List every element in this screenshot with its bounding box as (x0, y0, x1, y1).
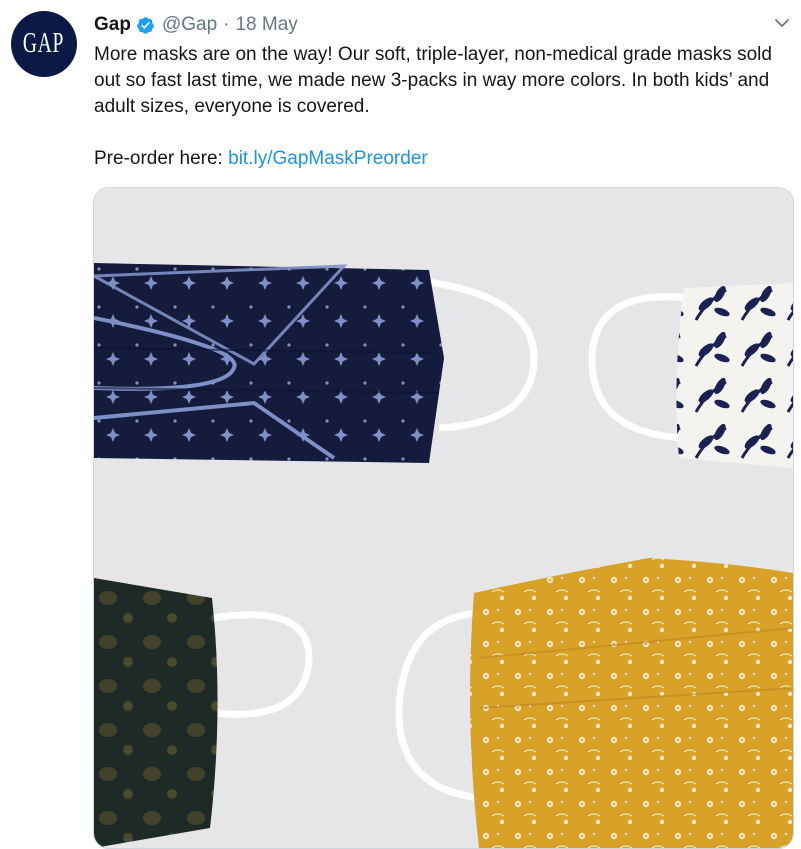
preorder-prefix: Pre-order here: (94, 148, 229, 169)
preorder-link[interactable]: bit.ly/GapMaskPreorder (228, 148, 428, 169)
chevron-down-icon[interactable] (774, 15, 790, 31)
avatar-logo-text: GAP (23, 28, 65, 59)
author-name[interactable]: Gap (94, 14, 131, 36)
tweet-date[interactable]: 18 May (235, 14, 297, 36)
preorder-line: Pre-order here: bit.ly/GapMaskPreorder (94, 146, 794, 172)
masks-photo (94, 188, 793, 848)
tweet-body: More masks are on the way! Our soft, tri… (94, 44, 772, 117)
tweet-text: More masks are on the way! Our soft, tri… (94, 42, 794, 172)
tweet-media-image[interactable] (93, 187, 794, 849)
avatar[interactable]: GAP (11, 11, 77, 77)
verified-badge-icon (137, 16, 154, 34)
tweet-header: Gap @Gap · 18 May (94, 12, 298, 38)
author-handle[interactable]: @Gap (162, 14, 217, 36)
separator-dot: · (223, 14, 230, 35)
